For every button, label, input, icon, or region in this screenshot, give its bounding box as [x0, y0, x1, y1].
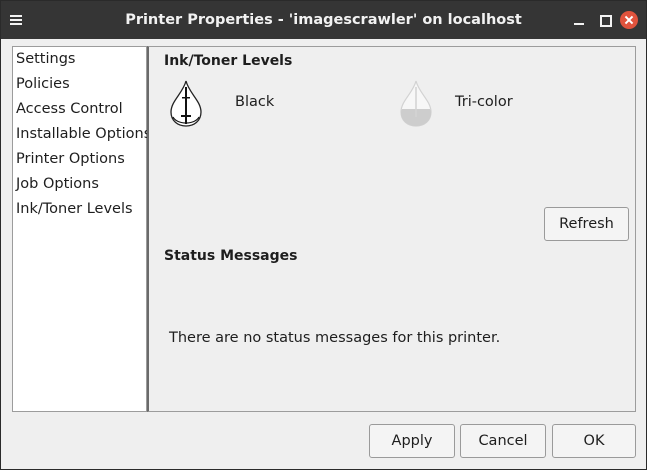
close-icon[interactable]: [620, 11, 638, 29]
sidebar-item-printer-options[interactable]: Printer Options: [16, 148, 125, 170]
sidebar: Settings Policies Access Control Install…: [12, 46, 151, 412]
sidebar-item-installable-options[interactable]: Installable Options: [16, 123, 151, 145]
minimize-icon[interactable]: [570, 11, 588, 29]
ok-button[interactable]: OK: [552, 424, 636, 458]
black-ink-drop-icon: [170, 80, 202, 127]
black-ink-label: Black: [235, 94, 275, 110]
ink-levels-heading: Ink/Toner Levels: [164, 53, 293, 69]
refresh-button[interactable]: Refresh: [544, 207, 629, 241]
tri-color-ink-label: Tri-color: [455, 94, 513, 110]
ink-toner-panel: Ink/Toner Levels Black Tri-color Refresh…: [147, 46, 636, 412]
tri-color-ink-drop-icon: [400, 80, 432, 127]
sidebar-item-access-control[interactable]: Access Control: [16, 98, 123, 120]
cancel-button[interactable]: Cancel: [460, 424, 546, 458]
status-message-text: There are no status messages for this pr…: [169, 330, 501, 346]
sidebar-item-job-options[interactable]: Job Options: [16, 173, 99, 195]
sidebar-item-ink-toner-levels[interactable]: Ink/Toner Levels: [16, 198, 133, 220]
apply-button[interactable]: Apply: [369, 424, 455, 458]
printer-properties-window: Printer Properties - 'imagescrawler' on …: [0, 0, 647, 470]
maximize-icon[interactable]: [596, 11, 614, 29]
sidebar-item-settings[interactable]: Settings: [16, 48, 75, 70]
title-bar[interactable]: Printer Properties - 'imagescrawler' on …: [1, 1, 646, 39]
window-title: Printer Properties - 'imagescrawler' on …: [125, 12, 522, 28]
status-messages-heading: Status Messages: [164, 248, 298, 264]
sidebar-item-policies[interactable]: Policies: [16, 73, 70, 95]
